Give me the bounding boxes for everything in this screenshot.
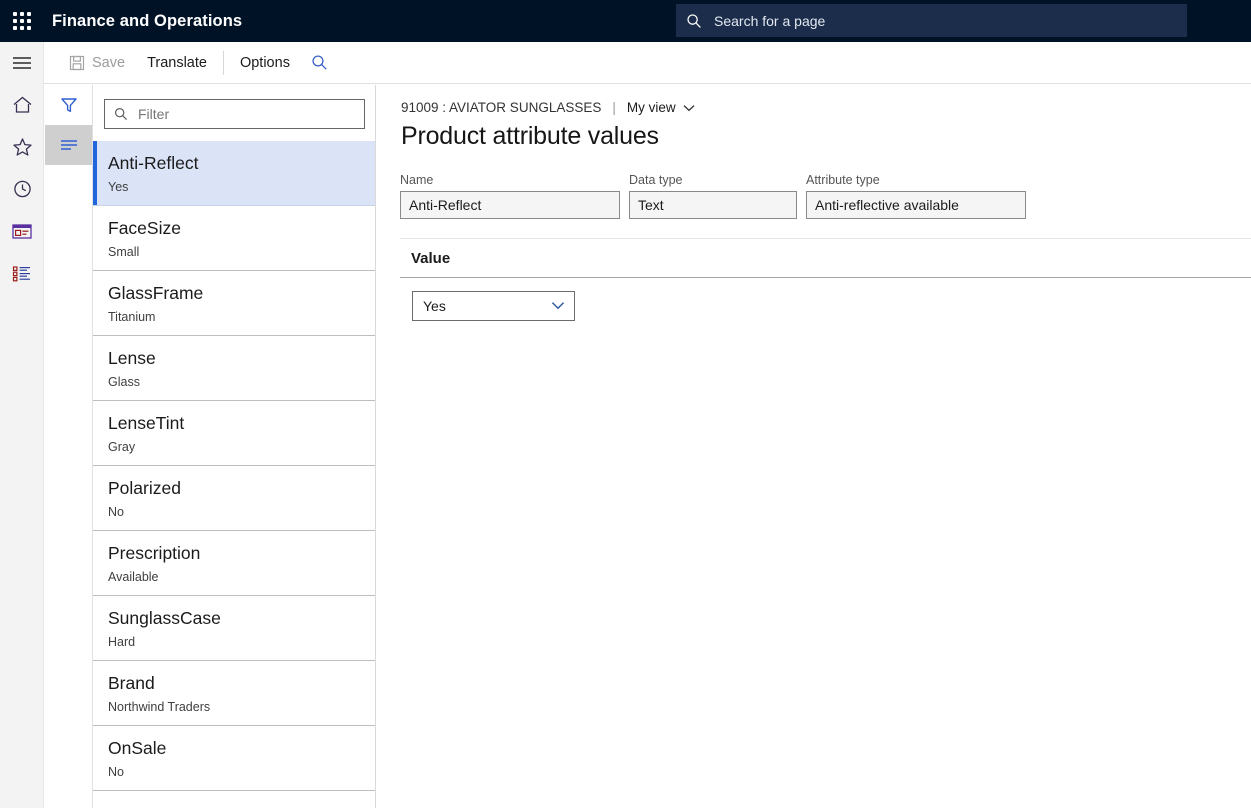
list-item[interactable]: Lense Glass	[93, 336, 375, 401]
list-item-subtitle: Gray	[108, 440, 361, 454]
list-lines-icon	[58, 137, 80, 153]
page-title: Product attribute values	[377, 115, 1251, 151]
attribute-type-field-label: Attribute type	[806, 173, 1026, 187]
list-item-title: GlassFrame	[108, 282, 361, 304]
list-item[interactable]: Anti-Reflect Yes	[93, 141, 375, 206]
list-item-title: Anti-Reflect	[108, 152, 361, 174]
chevron-down-icon	[551, 301, 565, 310]
list-tab[interactable]	[45, 125, 92, 165]
app-title: Finance and Operations	[52, 12, 242, 31]
filter-funnel-icon	[59, 95, 79, 115]
search-icon	[311, 54, 328, 71]
translate-button[interactable]: Translate	[136, 42, 218, 84]
data-type-field[interactable]	[629, 191, 797, 219]
filter-tab[interactable]	[45, 85, 92, 125]
save-button[interactable]: Save	[58, 42, 136, 84]
translate-button-label: Translate	[147, 55, 207, 71]
my-view-dropdown[interactable]: My view	[627, 100, 695, 115]
clock-glyph	[12, 179, 33, 199]
attribute-list-panel: Anti-Reflect Yes FaceSize Small GlassFrame Ti…	[93, 85, 376, 808]
list-item-subtitle: Glass	[108, 375, 361, 389]
list-item-title: Lense	[108, 347, 361, 369]
list-item[interactable]: SunglassCase Hard	[93, 596, 375, 661]
name-field-group: Name	[400, 173, 620, 219]
attribute-fields: Name Data type Attribute type	[377, 151, 1251, 219]
filter-box-container	[93, 85, 375, 141]
value-section: Value Yes	[400, 238, 1251, 339]
list-item-title: OnSale	[108, 737, 361, 759]
hamburger-menu-icon[interactable]	[0, 42, 44, 84]
clock-icon[interactable]	[0, 168, 44, 210]
left-navigation-rail	[0, 42, 44, 808]
command-bar: Save Translate Options	[44, 42, 1251, 84]
list-item-subtitle: Titanium	[108, 310, 361, 324]
home-icon[interactable]	[0, 84, 44, 126]
options-button[interactable]: Options	[229, 42, 301, 84]
command-bar-divider	[223, 51, 224, 75]
breadcrumb-separator: |	[612, 100, 616, 115]
search-icon	[686, 13, 702, 29]
filter-input[interactable]	[136, 105, 355, 123]
list-item[interactable]: Polarized No	[93, 466, 375, 531]
attribute-list: Anti-Reflect Yes FaceSize Small GlassFrame Ti…	[93, 141, 375, 791]
list-item[interactable]: GlassFrame Titanium	[93, 271, 375, 336]
breadcrumb-product: 91009 : AVIATOR SUNGLASSES	[401, 100, 601, 115]
home-glyph	[12, 95, 33, 115]
list-item-title: SunglassCase	[108, 607, 361, 629]
workspace-glyph	[11, 222, 33, 241]
list-item-subtitle: Northwind Traders	[108, 700, 361, 714]
global-search-input[interactable]	[712, 12, 1177, 30]
list-item-subtitle: Available	[108, 570, 361, 584]
app-launcher-grid-icon[interactable]	[0, 0, 44, 42]
star-glyph	[12, 137, 33, 157]
star-icon[interactable]	[0, 126, 44, 168]
value-dropdown-selected: Yes	[423, 298, 446, 314]
list-item[interactable]: FaceSize Small	[93, 206, 375, 271]
list-item-subtitle: Small	[108, 245, 361, 259]
options-button-label: Options	[240, 55, 290, 71]
list-item-title: Polarized	[108, 477, 361, 499]
filter-box[interactable]	[104, 99, 365, 129]
list-item[interactable]: OnSale No	[93, 726, 375, 791]
workspace-icon[interactable]	[0, 210, 44, 252]
hamburger-menu-glyph	[11, 55, 33, 71]
name-field[interactable]	[400, 191, 620, 219]
search-icon	[114, 107, 128, 121]
list-item[interactable]: LenseTint Gray	[93, 401, 375, 466]
list-item[interactable]: Brand Northwind Traders	[93, 661, 375, 726]
my-view-label: My view	[627, 100, 676, 115]
data-type-field-label: Data type	[629, 173, 797, 187]
list-item-subtitle: No	[108, 765, 361, 779]
attribute-type-field[interactable]	[806, 191, 1026, 219]
chevron-down-icon	[683, 104, 695, 112]
list-item-title: Prescription	[108, 542, 361, 564]
attribute-type-field-group: Attribute type	[806, 173, 1026, 219]
name-field-label: Name	[400, 173, 620, 187]
list-item-subtitle: No	[108, 505, 361, 519]
panel-tab-strip	[45, 85, 93, 808]
list-detail-glyph	[11, 264, 33, 283]
list-item-subtitle: Hard	[108, 635, 361, 649]
list-item-title: FaceSize	[108, 217, 361, 239]
list-item[interactable]: Prescription Available	[93, 531, 375, 596]
value-dropdown[interactable]: Yes	[412, 291, 575, 321]
list-item-subtitle: Yes	[108, 180, 361, 194]
top-navigation-bar: Finance and Operations	[0, 0, 1251, 42]
save-disk-icon	[69, 55, 85, 71]
value-section-body: Yes	[400, 278, 1251, 339]
main-content: 91009 : AVIATOR SUNGLASSES | My view Pro…	[377, 85, 1251, 808]
value-section-header: Value	[400, 239, 1251, 278]
list-item-title: LenseTint	[108, 412, 361, 434]
global-search-box[interactable]	[676, 4, 1187, 37]
list-item-title: Brand	[108, 672, 361, 694]
list-detail-icon[interactable]	[0, 252, 44, 294]
data-type-field-group: Data type	[629, 173, 797, 219]
breadcrumb: 91009 : AVIATOR SUNGLASSES | My view	[377, 85, 1251, 115]
command-bar-search-button[interactable]	[301, 42, 338, 84]
save-button-label: Save	[92, 55, 125, 71]
